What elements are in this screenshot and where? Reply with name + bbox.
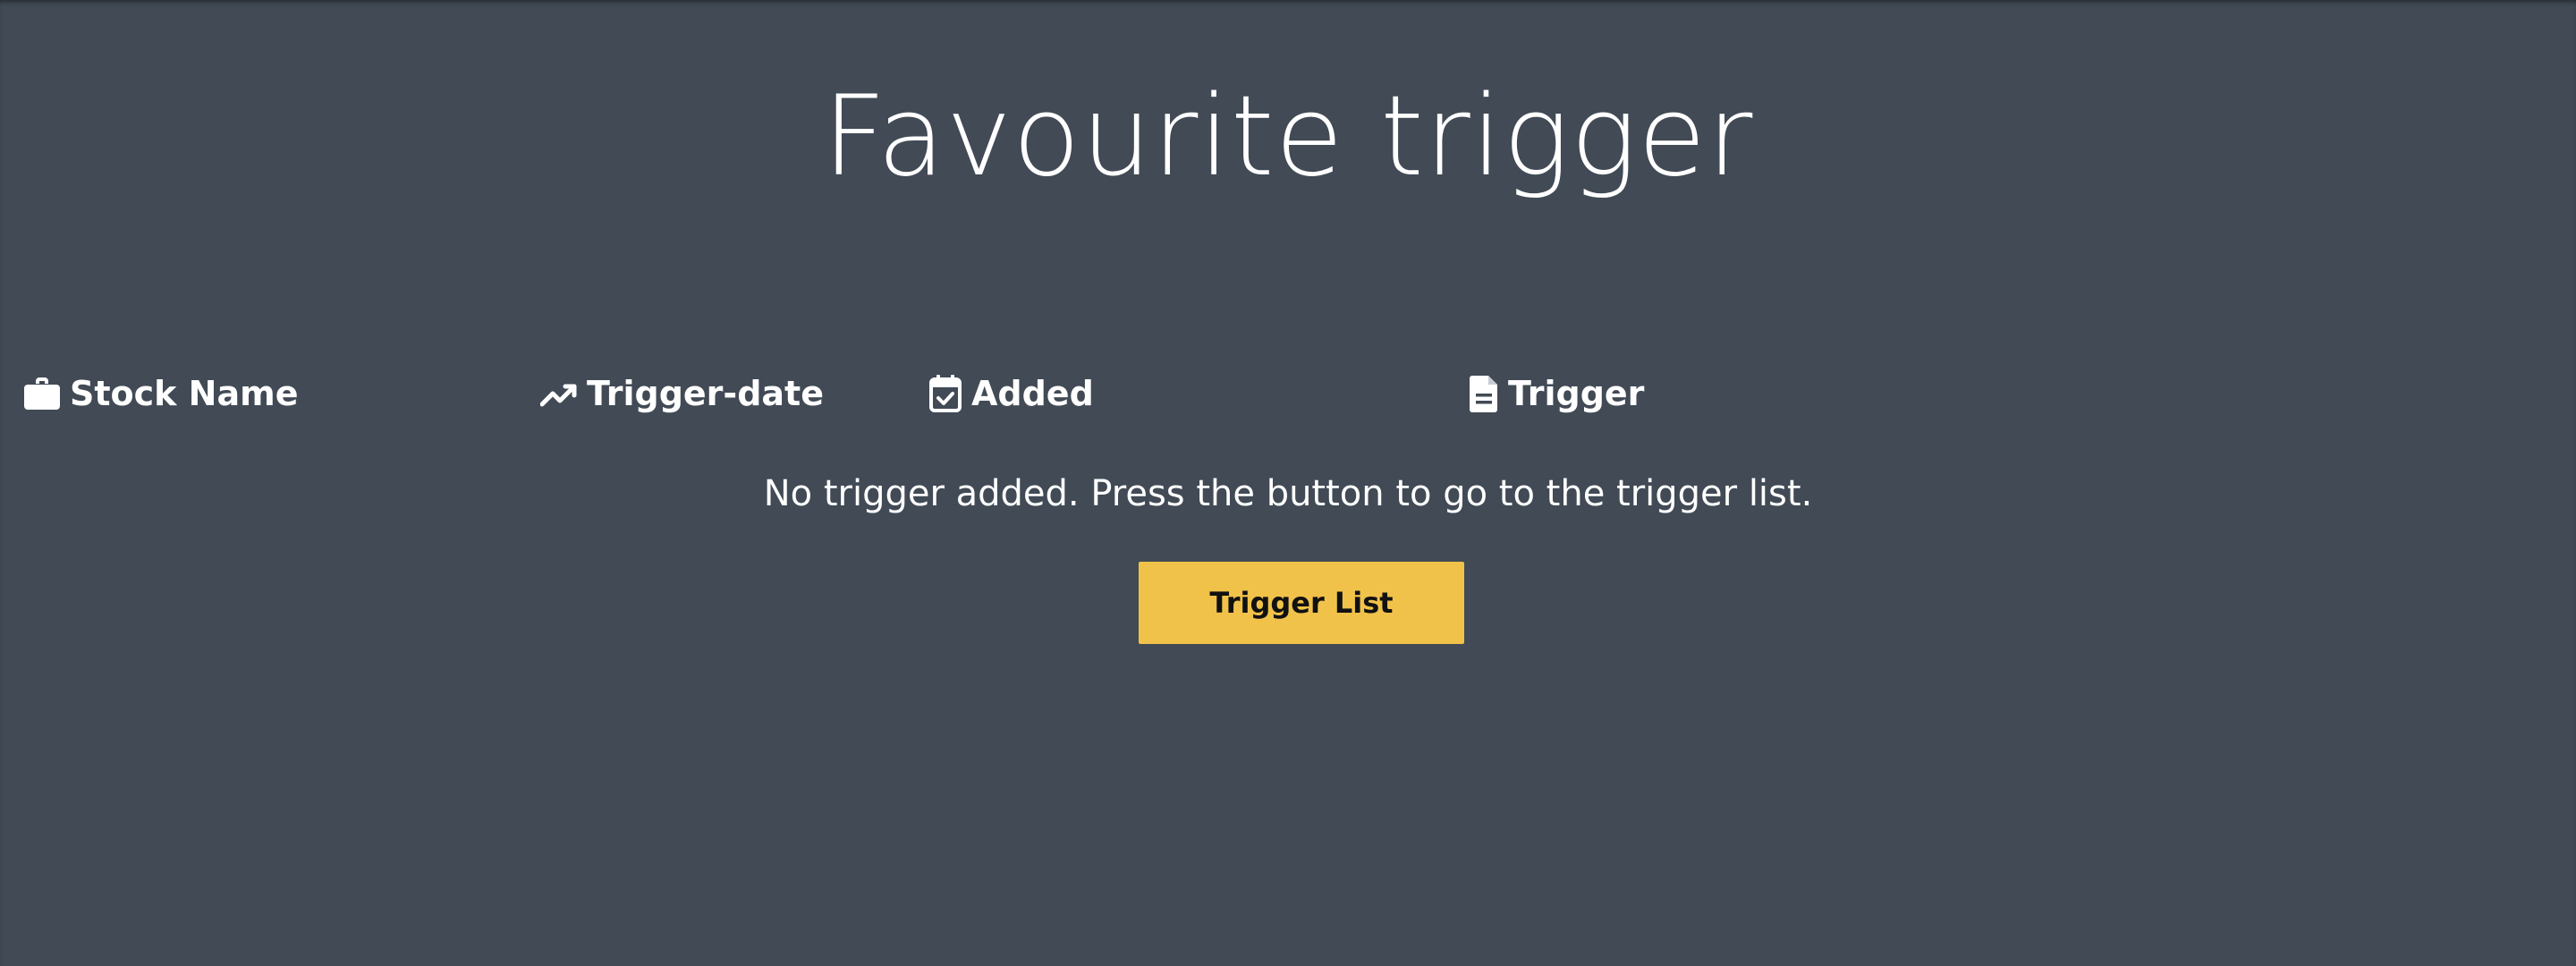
page-title: Favourite trigger [822,72,1754,201]
column-header-stock-name: Stock Name [23,367,298,420]
briefcase-icon [23,376,61,411]
empty-state-message: No trigger added. Press the button to go… [763,473,1813,514]
column-header-added: Added [928,367,1094,420]
document-icon [1469,374,1499,413]
table-header-row: Stock Name Trigger-date Added Trigger [0,367,2576,420]
trending-up-icon [540,376,578,411]
column-label-trigger-date: Trigger-date [587,374,824,413]
favourite-trigger-page: Favourite trigger Stock Name Trigger-dat… [0,0,2576,966]
calendar-check-icon [928,374,962,413]
column-label-stock-name: Stock Name [70,374,299,413]
trigger-list-button[interactable]: Trigger List [1139,562,1464,644]
column-header-trigger: Trigger [1469,367,1644,420]
column-label-trigger: Trigger [1508,374,1645,413]
column-label-added: Added [971,374,1094,413]
column-header-trigger-date: Trigger-date [540,367,824,420]
